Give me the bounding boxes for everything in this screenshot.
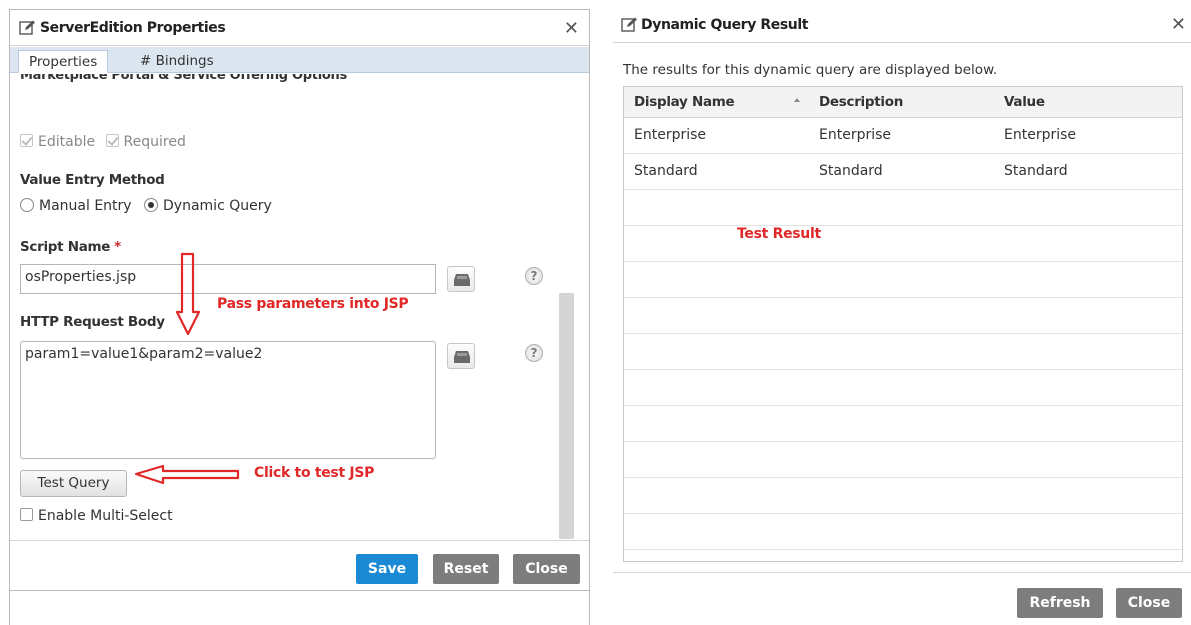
- pass-parameters-annotation: Pass parameters into JSP: [217, 296, 409, 312]
- cell-description: Enterprise: [819, 127, 892, 143]
- script-name-input[interactable]: osProperties.jsp: [20, 264, 436, 294]
- cell-description: Standard: [819, 163, 883, 179]
- manual-entry-label: Manual Entry: [39, 198, 132, 214]
- column-header-description[interactable]: Description: [819, 94, 903, 110]
- dynamic-query-label: Dynamic Query: [163, 198, 272, 214]
- empty-row: [624, 190, 1182, 226]
- http-body-help-icon[interactable]: ?: [525, 344, 543, 362]
- value-entry-options: Manual Entry Dynamic Query: [20, 198, 272, 214]
- save-button[interactable]: Save: [356, 554, 418, 584]
- dialog-bottom-border: [10, 590, 589, 591]
- editable-checkbox[interactable]: [20, 134, 33, 147]
- dialog-titlebar: ServerEdition Properties ✕: [10, 10, 589, 46]
- dialog-title: ServerEdition Properties: [40, 20, 226, 36]
- browse-body-button[interactable]: [447, 343, 475, 369]
- script-name-label: Script Name *: [20, 239, 121, 255]
- column-header-display-name[interactable]: Display Name: [634, 94, 735, 110]
- cell-value: Enterprise: [1004, 127, 1077, 143]
- empty-row: [624, 478, 1182, 514]
- inbox-icon: [454, 274, 470, 286]
- required-label: Required: [123, 134, 186, 150]
- required-checkbox[interactable]: [105, 134, 119, 147]
- close-button[interactable]: Close: [513, 554, 580, 584]
- dynamic-query-result-dialog: Dynamic Query Result ✕ The results for t…: [613, 8, 1191, 625]
- required-marker: *: [114, 239, 121, 255]
- column-header-value[interactable]: Value: [1004, 94, 1045, 110]
- tab-properties[interactable]: Properties: [18, 50, 109, 73]
- cell-display-name: Standard: [634, 163, 698, 179]
- table-row[interactable]: Standard Standard Standard: [624, 154, 1182, 190]
- http-request-body-label: HTTP Request Body: [20, 314, 165, 330]
- empty-row: [624, 298, 1182, 334]
- footer-divider: [10, 540, 589, 541]
- manual-entry-radio[interactable]: [20, 198, 34, 212]
- multi-select-label: Enable Multi-Select: [38, 508, 173, 524]
- reset-button[interactable]: Reset: [433, 554, 499, 584]
- empty-row: [624, 514, 1182, 550]
- tab-bindings[interactable]: # Bindings: [130, 50, 224, 73]
- script-name-help-icon[interactable]: ?: [525, 267, 543, 285]
- http-request-body-textarea[interactable]: param1=value1&param2=value2: [20, 341, 436, 459]
- result-footer-divider: [613, 572, 1191, 573]
- edit-icon: [621, 17, 637, 32]
- sort-ascending-icon[interactable]: [794, 98, 800, 102]
- empty-row: [624, 370, 1182, 406]
- grid-header: Display Name Description Value: [624, 87, 1182, 118]
- cell-display-name: Enterprise: [634, 127, 707, 143]
- result-description: The results for this dynamic query are d…: [623, 62, 998, 78]
- cell-value: Standard: [1004, 163, 1068, 179]
- dynamic-query-radio[interactable]: [144, 198, 159, 212]
- properties-panel: Marketplace Portal & Service Offering Op…: [10, 74, 589, 557]
- tab-bar: Properties # Bindings: [10, 47, 589, 73]
- table-row[interactable]: Enterprise Enterprise Enterprise: [624, 118, 1182, 154]
- editable-required-row: Editable Required: [20, 134, 186, 150]
- edit-icon: [19, 20, 35, 35]
- test-result-annotation: Test Result: [737, 226, 821, 242]
- result-title: Dynamic Query Result: [641, 17, 809, 33]
- value-entry-method-label: Value Entry Method: [20, 172, 165, 188]
- empty-row: [624, 226, 1182, 262]
- empty-row: [624, 262, 1182, 298]
- close-icon[interactable]: ✕: [564, 18, 579, 39]
- click-to-test-annotation: Click to test JSP: [254, 465, 375, 481]
- section-heading: Marketplace Portal & Service Offering Op…: [20, 74, 347, 83]
- panel-scrollbar[interactable]: [559, 293, 574, 539]
- multi-select-checkbox[interactable]: [20, 508, 33, 521]
- result-titlebar: Dynamic Query Result ✕: [613, 8, 1191, 43]
- server-edition-properties-dialog: ServerEdition Properties ✕ Properties # …: [9, 9, 590, 625]
- editable-label: Editable: [38, 134, 96, 150]
- empty-row: [624, 442, 1182, 478]
- multi-select-row: Enable Multi-Select: [20, 508, 173, 524]
- result-close-button[interactable]: Close: [1116, 588, 1182, 618]
- inbox-icon: [454, 351, 470, 363]
- test-query-button[interactable]: Test Query: [20, 470, 127, 497]
- empty-row: [624, 406, 1182, 442]
- browse-script-button[interactable]: [447, 266, 475, 292]
- result-grid: Display Name Description Value Enterpris…: [623, 86, 1183, 562]
- refresh-button[interactable]: Refresh: [1017, 588, 1103, 618]
- empty-row: [624, 334, 1182, 370]
- close-icon[interactable]: ✕: [1171, 14, 1186, 35]
